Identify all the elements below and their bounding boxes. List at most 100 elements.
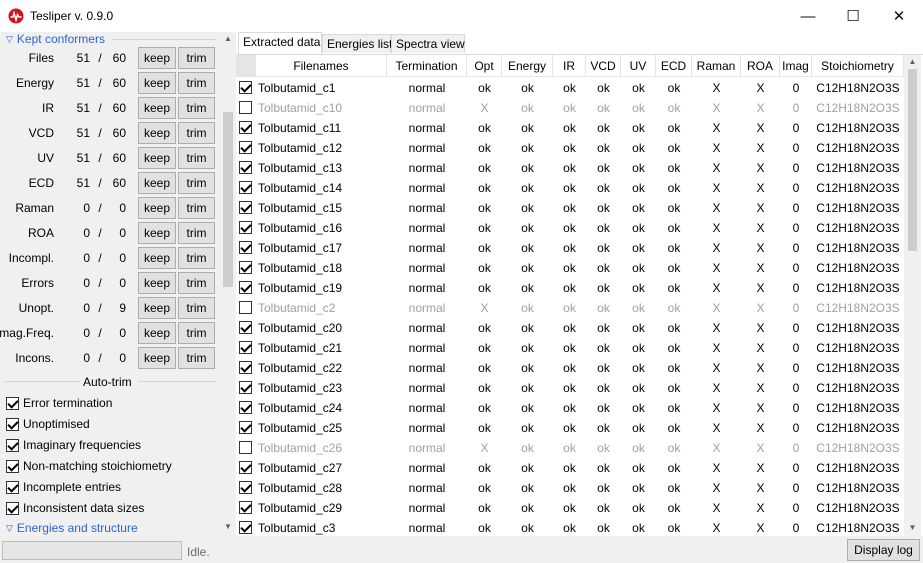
table-row[interactable]: Tolbutamid_c20 normal ok ok ok ok ok ok X X 0 C12H1… [236, 318, 904, 338]
keep-button[interactable]: keep [138, 97, 176, 119]
auto-trim-option[interactable]: Incomplete entries [6, 480, 121, 494]
trim-button[interactable]: trim [178, 222, 215, 244]
row-checkbox[interactable] [239, 341, 252, 354]
row-checkbox[interactable] [239, 481, 252, 494]
keep-button[interactable]: keep [138, 297, 176, 319]
row-checkbox[interactable] [239, 201, 252, 214]
trim-button[interactable]: trim [178, 97, 215, 119]
table-row[interactable]: Tolbutamid_c19 normal ok ok ok ok ok ok X X 0 C12H1… [236, 278, 904, 298]
column-header-uv[interactable]: UV [621, 55, 656, 77]
scroll-up-arrow-icon[interactable]: ▲ [904, 55, 921, 69]
column-header-stoichiometry[interactable]: Stoichiometry [812, 55, 904, 77]
checkbox[interactable] [6, 459, 19, 473]
trim-button[interactable]: trim [178, 47, 215, 69]
keep-button[interactable]: keep [138, 197, 176, 219]
row-checkbox[interactable] [239, 501, 252, 514]
display-log-button[interactable]: Display log [847, 539, 920, 561]
table-row[interactable]: Tolbutamid_c21 normal ok ok ok ok ok ok X X 0 C12H1… [236, 338, 904, 358]
auto-trim-option[interactable]: Non-matching stoichiometry [6, 459, 172, 473]
table-row[interactable]: Tolbutamid_c17 normal ok ok ok ok ok ok X X 0 C12H1… [236, 238, 904, 258]
trim-button[interactable]: trim [178, 172, 215, 194]
row-checkbox[interactable] [239, 161, 252, 174]
keep-button[interactable]: keep [138, 172, 176, 194]
trim-button[interactable]: trim [178, 122, 215, 144]
tab-energies-list[interactable]: Energies list [322, 34, 392, 53]
table-row[interactable]: Tolbutamid_c12 normal ok ok ok ok ok ok X X 0 C12H1… [236, 138, 904, 158]
trim-button[interactable]: trim [178, 247, 215, 269]
scroll-up-arrow-icon[interactable]: ▲ [220, 32, 236, 46]
table-row[interactable]: Tolbutamid_c23 normal ok ok ok ok ok ok X X 0 C12H1… [236, 378, 904, 398]
keep-button[interactable]: keep [138, 272, 176, 294]
row-checkbox[interactable] [239, 401, 252, 414]
column-header-roa[interactable]: ROA [741, 55, 780, 77]
row-checkbox[interactable] [239, 461, 252, 474]
column-header-ir[interactable]: IR [553, 55, 586, 77]
left-scrollbar[interactable]: ▲ ▼ [220, 32, 236, 536]
keep-button[interactable]: keep [138, 147, 176, 169]
auto-trim-option[interactable]: Unoptimised [6, 417, 90, 431]
auto-trim-option[interactable]: Inconsistent data sizes [6, 501, 144, 515]
scroll-down-arrow-icon[interactable]: ▼ [220, 520, 236, 534]
table-row[interactable]: Tolbutamid_c1 normal ok ok ok ok ok ok X X 0 C12H18… [236, 78, 904, 98]
maximize-button[interactable]: ☐ [830, 0, 876, 32]
checkbox[interactable] [6, 438, 19, 452]
trim-button[interactable]: trim [178, 272, 215, 294]
row-checkbox[interactable] [239, 81, 252, 94]
trim-button[interactable]: trim [178, 347, 215, 369]
table-row[interactable]: Tolbutamid_c18 normal ok ok ok ok ok ok X X 0 C12H1… [236, 258, 904, 278]
trim-button[interactable]: trim [178, 72, 215, 94]
row-checkbox[interactable] [239, 121, 252, 134]
table-row[interactable]: Tolbutamid_c15 normal ok ok ok ok ok ok X X 0 C12H1… [236, 198, 904, 218]
table-row[interactable]: Tolbutamid_c3 normal ok ok ok ok ok ok X X 0 C12H18… [236, 518, 904, 536]
table-row[interactable]: Tolbutamid_c14 normal ok ok ok ok ok ok X X 0 C12H1… [236, 178, 904, 198]
row-checkbox[interactable] [239, 181, 252, 194]
auto-trim-option[interactable]: Imaginary frequencies [6, 438, 141, 452]
row-checkbox[interactable] [239, 441, 252, 454]
minimize-button[interactable]: — [785, 0, 831, 32]
trim-button[interactable]: trim [178, 322, 215, 344]
kept-conformers-header[interactable]: ▽ Kept conformers [6, 32, 105, 46]
row-checkbox[interactable] [239, 141, 252, 154]
table-row[interactable]: Tolbutamid_c22 normal ok ok ok ok ok ok X X 0 C12H1… [236, 358, 904, 378]
column-header-opt[interactable]: Opt [467, 55, 502, 77]
row-checkbox[interactable] [239, 381, 252, 394]
select-all-header[interactable] [236, 55, 256, 77]
table-row[interactable]: Tolbutamid_c29 normal ok ok ok ok ok ok X X 0 C12H1… [236, 498, 904, 518]
table-row[interactable]: Tolbutamid_c11 normal ok ok ok ok ok ok X X 0 C12H1… [236, 118, 904, 138]
table-scrollbar[interactable]: ▲ ▼ [904, 55, 921, 536]
column-header-ecd[interactable]: ECD [656, 55, 692, 77]
tab-spectra-view[interactable]: Spectra view [391, 34, 465, 53]
scroll-down-arrow-icon[interactable]: ▼ [904, 521, 921, 535]
table-row[interactable]: Tolbutamid_c28 normal ok ok ok ok ok ok X X 0 C12H1… [236, 478, 904, 498]
row-checkbox[interactable] [239, 421, 252, 434]
row-checkbox[interactable] [239, 521, 252, 534]
column-header-vcd[interactable]: VCD [586, 55, 621, 77]
keep-button[interactable]: keep [138, 122, 176, 144]
keep-button[interactable]: keep [138, 247, 176, 269]
trim-button[interactable]: trim [178, 197, 215, 219]
scrollbar-thumb[interactable] [223, 112, 233, 287]
column-header-filenames[interactable]: Filenames [256, 55, 387, 77]
table-row[interactable]: Tolbutamid_c25 normal ok ok ok ok ok ok X X 0 C12H1… [236, 418, 904, 438]
row-checkbox[interactable] [239, 321, 252, 334]
row-checkbox[interactable] [239, 221, 252, 234]
column-header-raman[interactable]: Raman [692, 55, 741, 77]
keep-button[interactable]: keep [138, 72, 176, 94]
table-row[interactable]: Tolbutamid_c26 normal Xok ok ok ok ok X X 0 C12H18… [236, 438, 904, 458]
row-checkbox[interactable] [239, 281, 252, 294]
scrollbar-thumb[interactable] [908, 69, 917, 251]
table-row[interactable]: Tolbutamid_c24 normal ok ok ok ok ok ok X X 0 C12H1… [236, 398, 904, 418]
table-row[interactable]: Tolbutamid_c2 normal Xok ok ok ok ok X X 0 C12H18N… [236, 298, 904, 318]
keep-button[interactable]: keep [138, 222, 176, 244]
column-header-energy[interactable]: Energy [502, 55, 553, 77]
row-checkbox[interactable] [239, 301, 252, 314]
checkbox[interactable] [6, 480, 19, 494]
row-checkbox[interactable] [239, 361, 252, 374]
keep-button[interactable]: keep [138, 347, 176, 369]
column-header-imag[interactable]: Imag [780, 55, 812, 77]
checkbox[interactable] [6, 501, 19, 515]
trim-button[interactable]: trim [178, 297, 215, 319]
row-checkbox[interactable] [239, 241, 252, 254]
keep-button[interactable]: keep [138, 47, 176, 69]
checkbox[interactable] [6, 417, 19, 431]
